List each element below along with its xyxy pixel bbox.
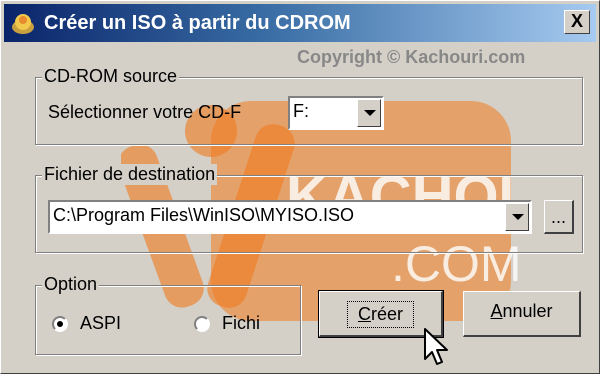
cancel-button-inner: Annuler <box>490 301 552 322</box>
path-dropdown-arrow-icon[interactable] <box>505 203 529 231</box>
radio-aspi[interactable] <box>52 316 68 332</box>
create-button-focus: Créer <box>346 301 414 328</box>
option-group: Option ASPI Fichi <box>35 274 301 355</box>
browse-button[interactable]: ... <box>544 200 574 234</box>
close-icon: X <box>570 11 583 31</box>
destination-group: Fichier de destination C:\Program Files\… <box>35 164 583 253</box>
cdrom-source-group: CD-ROM source Sélectionner votre CD-F F: <box>35 66 583 145</box>
browse-button-label: ... <box>550 207 566 227</box>
cancel-button-accelerator: A <box>490 301 503 321</box>
window-title: Créer un ISO à partir du CDROM <box>44 12 351 34</box>
create-button-accelerator: C <box>357 304 371 324</box>
option-legend: Option <box>42 274 100 295</box>
drive-select-value: F: <box>293 101 309 121</box>
select-cd-label: Sélectionner votre CD-F <box>48 102 242 122</box>
mouse-cursor-icon <box>424 328 448 365</box>
close-button[interactable]: X <box>564 10 590 34</box>
app-icon <box>12 14 34 34</box>
cancel-button-label: nnuler <box>502 301 553 321</box>
copyright-text: Copyright © Kachouri.com <box>297 47 526 67</box>
cdrom-source-legend: CD-ROM source <box>42 66 180 87</box>
title-bar[interactable]: Créer un ISO à partir du CDROM X <box>4 4 596 42</box>
destination-legend: Fichier de destination <box>42 164 218 185</box>
destination-path-select[interactable]: C:\Program Files\WinISO\MYISO.ISO <box>48 200 532 234</box>
cancel-button[interactable]: Annuler <box>463 291 581 337</box>
create-button-label: réer <box>370 304 403 324</box>
drive-dropdown-arrow-icon[interactable] <box>357 99 381 127</box>
radio-aspi-label[interactable]: ASPI <box>80 313 121 334</box>
destination-path-value: C:\Program Files\WinISO\MYISO.ISO <box>53 205 355 225</box>
radio-fichier-label[interactable]: Fichi <box>222 313 260 334</box>
dialog-window: Créer un ISO à partir du CDROM X Copyrig… <box>0 0 600 374</box>
drive-select[interactable]: F: <box>288 96 384 130</box>
radio-fichier[interactable] <box>194 316 210 332</box>
